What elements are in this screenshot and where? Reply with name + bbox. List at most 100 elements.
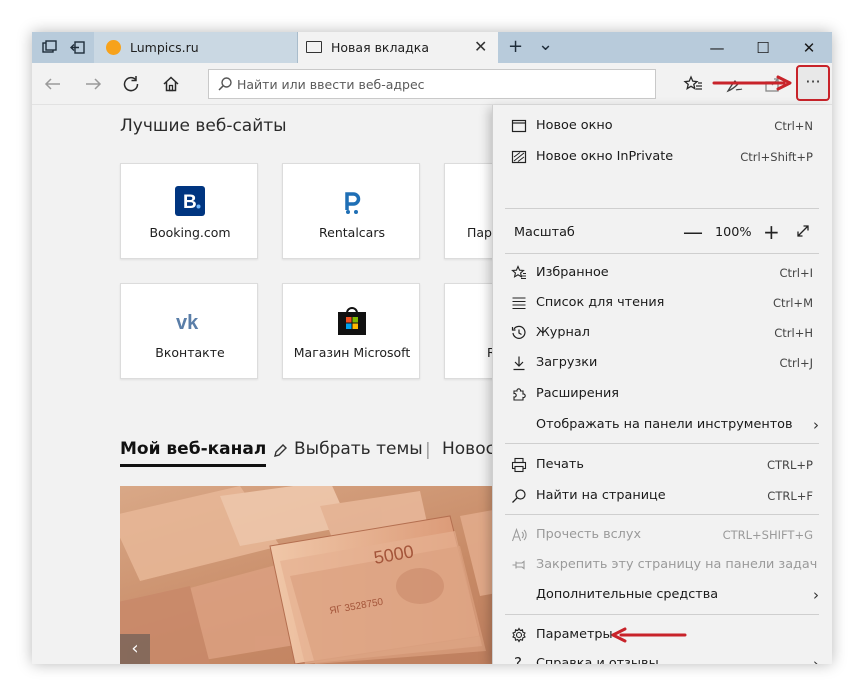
choose-topics-link[interactable]: Выбрать темы [294,439,423,459]
tab-label: Новая вкладка [331,40,429,55]
svg-text:B: B [183,192,197,213]
fullscreen-icon[interactable] [795,223,811,239]
browser-window: Lumpics.ru Новая вкладка ✕ + ⌄ — ☐ ✕ Най… [32,32,832,664]
home-icon [163,76,179,92]
tab-label: Lumpics.ru [130,40,199,55]
site-tile-name: Вконтакте [155,345,225,360]
menu-item-label: Найти на странице [536,488,666,503]
settings-icon [511,627,527,643]
menu-item-print[interactable]: Печать CTRL+P [493,450,832,480]
annotation-arrow-icon [712,75,792,91]
annotation-arrow-icon [611,627,687,643]
tab-close-icon[interactable]: ✕ [474,37,487,56]
history-icon [511,325,527,341]
window-icon [511,118,527,134]
rentalcars-logo-icon [345,192,361,214]
menu-item-label: Избранное [536,265,609,280]
menu-separator [505,253,819,254]
tab-manager-icon[interactable] [40,38,60,58]
read-aloud-icon [511,527,527,543]
feed-separator: | [425,440,431,460]
site-tile-booking[interactable]: B Booking.com [120,163,258,259]
microsoft-store-logo-icon [338,307,366,335]
menu-item-label: Новое окно InPrivate [536,149,674,164]
menu-item-shortcut: Ctrl+Shift+P [740,150,813,164]
site-tile-microsoft-store[interactable]: Магазин Microsoft [282,283,420,379]
menu-item-shortcut: Ctrl+M [772,296,813,310]
menu-item-reading-list[interactable]: Список для чтения Ctrl+M [493,288,832,318]
zoom-label: Масштаб [514,225,575,240]
menu-item-shortcut: CTRL+P [766,458,813,472]
menu-item-label: Загрузки [536,355,598,370]
site-tile-vk[interactable]: vk Вконтакте [120,283,258,379]
menu-item-shortcut: CTRL+SHIFT+G [722,528,813,542]
print-icon [511,457,527,473]
back-button[interactable] [40,71,66,97]
menu-item-shortcut: Ctrl+H [774,326,813,340]
menu-item-read-aloud: Прочесть вслух CTRL+SHIFT+G [493,520,832,550]
close-window-button[interactable]: ✕ [786,35,832,61]
menu-item-new-inprivate-window[interactable]: Новое окно InPrivate Ctrl+Shift+P [493,142,832,172]
menu-zoom-row: Масштаб — 100% + [493,218,832,248]
menu-item-show-in-toolbar[interactable]: Отображать на панели инструментов › [493,410,832,440]
tab-bar: Lumpics.ru Новая вкладка ✕ + ⌄ — ☐ ✕ [32,32,832,63]
menu-item-shortcut: Ctrl+N [774,119,813,133]
menu-item-find-on-page[interactable]: Найти на странице CTRL+F [493,481,832,511]
menu-separator [505,208,819,209]
back-arrow-icon [44,78,60,90]
tab-my-feed[interactable]: Мой веб-канал [120,439,267,467]
find-icon [511,488,527,504]
new-tab-button[interactable]: + [508,36,523,57]
favorites-star-button[interactable] [680,71,706,97]
help-icon: ? [514,654,522,664]
menu-separator [505,514,819,515]
menu-item-label: Печать [536,457,584,472]
zoom-out-button[interactable]: — [683,220,703,244]
home-button[interactable] [158,71,184,97]
settings-and-more-button[interactable]: ··· [796,65,830,101]
site-tile-name: Booking.com [149,225,231,240]
tab-lumpics[interactable]: Lumpics.ru [94,32,298,63]
svg-text:vk: vk [176,312,199,334]
tab-news[interactable]: Новос [442,439,495,459]
menu-item-help-feedback[interactable]: ? Справка и отзывы › [493,649,832,664]
menu-item-pin-to-taskbar: Закрепить эту страницу на панели задач [493,550,832,580]
menu-item-new-window[interactable]: Новое окно Ctrl+N [493,111,832,141]
menu-item-history[interactable]: Журнал Ctrl+H [493,318,832,348]
feed-prev-button[interactable]: ‹ [120,634,150,664]
maximize-button[interactable]: ☐ [740,35,786,61]
refresh-button[interactable] [118,71,144,97]
site-tile-name: Магазин Microsoft [293,345,411,360]
reading-list-icon [511,295,527,311]
menu-item-extensions[interactable]: Расширения [493,379,832,409]
zoom-value: 100% [715,225,752,240]
zoom-in-button[interactable]: + [763,220,780,244]
address-bar[interactable] [208,69,656,99]
tab-list-chevron-icon[interactable]: ⌄ [538,34,553,55]
lumpics-favicon-icon [106,40,121,55]
feed-tabs: Мой веб-канал Выбрать темы | Новос [120,439,520,469]
inprivate-icon [511,149,527,165]
menu-item-label: Список для чтения [536,295,665,310]
booking-logo-icon: B [175,186,205,216]
menu-item-label: Прочесть вслух [536,527,642,542]
minimize-button[interactable]: — [694,35,740,61]
refresh-icon [123,76,139,92]
set-tabs-aside-icon[interactable] [68,38,88,58]
menu-separator [505,614,819,615]
chevron-right-icon: › [813,655,819,664]
menu-item-label: Дополнительные средства [536,587,719,602]
forward-button[interactable] [80,71,106,97]
favorites-icon [511,265,527,281]
vk-logo-icon: vk [176,312,199,334]
menu-item-more-tools[interactable]: Дополнительные средства › [493,580,832,610]
tab-new-tab[interactable]: Новая вкладка ✕ [298,32,498,63]
menu-item-shortcut: CTRL+F [767,489,813,503]
address-input[interactable] [237,74,647,94]
site-tile-rentalcars[interactable]: Rentalcars [282,163,420,259]
menu-item-label: Справка и отзывы [536,656,659,664]
menu-item-favorites[interactable]: Избранное Ctrl+I [493,258,832,288]
chevron-right-icon: › [813,416,819,434]
menu-item-downloads[interactable]: Загрузки Ctrl+J [493,348,832,378]
menu-separator [505,443,819,444]
